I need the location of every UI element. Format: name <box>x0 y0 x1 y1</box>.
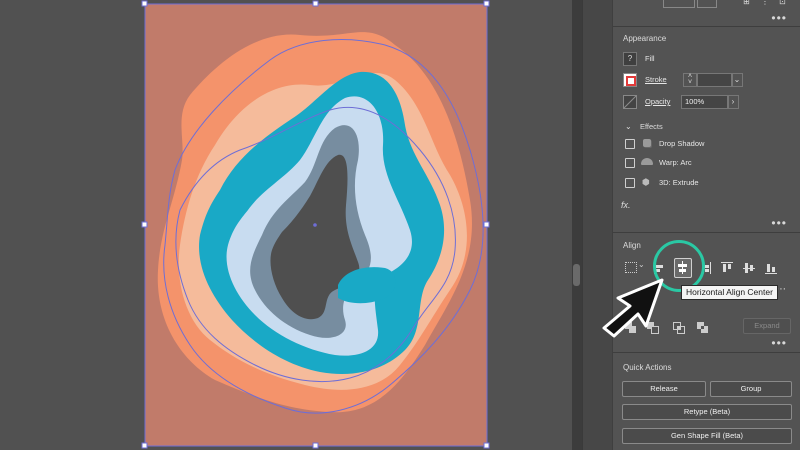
group-button[interactable]: Group <box>710 381 792 397</box>
effects-title: Effects <box>639 122 663 131</box>
more-options-icon[interactable]: ••• <box>771 12 787 24</box>
divider <box>613 352 800 353</box>
align-title: Align <box>623 241 641 250</box>
effect-row-warp-arc[interactable]: Warp: Arc <box>625 157 785 169</box>
opacity-label[interactable]: Opacity <box>645 97 670 106</box>
selection-handle[interactable] <box>141 0 148 7</box>
effect-checkbox[interactable] <box>625 178 635 188</box>
vertical-align-top-icon[interactable] <box>721 262 733 274</box>
properties-panel: ⊞ ⋮ ⊡ ••• Appearance ? Fill Stroke ˄ ˅ ⌄ … <box>612 0 800 450</box>
chevron-right-icon[interactable]: › <box>727 95 739 109</box>
pathfinder-intersect-icon[interactable] <box>673 322 685 334</box>
vertical-align-bottom-icon[interactable] <box>765 262 777 274</box>
effect-checkbox[interactable] <box>625 139 635 149</box>
effects-header[interactable]: ⌄ Effects <box>625 122 663 131</box>
divider <box>613 232 800 233</box>
question-icon[interactable]: ? <box>623 52 637 66</box>
scroll-thumb[interactable] <box>573 264 580 286</box>
selection-handle[interactable] <box>141 221 148 228</box>
center-point <box>313 223 317 227</box>
selection-handle[interactable] <box>483 442 490 449</box>
selection-handle[interactable] <box>141 442 148 449</box>
artboard[interactable] <box>0 0 572 450</box>
dimension-stepper[interactable] <box>663 0 695 8</box>
effect-label: 3D: Extrude <box>659 178 699 187</box>
fill-label: Fill <box>645 54 655 63</box>
more-options-icon[interactable]: ••• <box>771 217 787 229</box>
opacity-value: 100% <box>685 97 705 106</box>
selection-handle[interactable] <box>483 221 490 228</box>
drop-shadow-icon <box>643 139 651 147</box>
divider <box>613 26 800 27</box>
warp-arc-icon <box>641 158 653 165</box>
expand-button[interactable]: Expand <box>743 318 791 334</box>
chevron-down-icon[interactable]: ⌄ <box>625 122 632 131</box>
dimension-field[interactable] <box>697 0 717 8</box>
effect-label: Drop Shadow <box>659 139 705 148</box>
extrude-3d-icon: ⬢ <box>642 177 650 187</box>
gen-shape-fill-button[interactable]: Gen Shape Fill (Beta) <box>622 428 792 444</box>
stroke-swatch-icon[interactable] <box>623 73 637 87</box>
align-to-selection-icon[interactable]: ⌄ <box>625 260 645 273</box>
grid-icon[interactable]: ⋮ <box>761 0 769 6</box>
layer-icon[interactable]: ⊞ <box>743 0 750 6</box>
fill-row[interactable]: ? Fill <box>623 52 793 66</box>
opacity-icon <box>623 95 637 109</box>
effect-checkbox[interactable] <box>625 158 635 168</box>
effect-row-3d-extrude[interactable]: ⬢ 3D: Extrude <box>625 177 785 189</box>
quick-actions-title: Quick Actions <box>623 363 672 372</box>
more-options-icon[interactable]: ••• <box>771 337 787 349</box>
effect-label: Warp: Arc <box>659 158 692 167</box>
selection-handle[interactable] <box>312 442 319 449</box>
top-controls: ⊞ ⋮ ⊡ <box>623 0 793 12</box>
stroke-label[interactable]: Stroke <box>645 75 667 84</box>
stroke-row[interactable]: Stroke ˄ ˅ ⌄ <box>623 73 793 87</box>
opacity-row[interactable]: Opacity 100% › <box>623 95 793 109</box>
tooltip: Horizontal Align Center <box>681 285 778 300</box>
vertical-scrollbar[interactable] <box>572 0 582 450</box>
effect-row-drop-shadow[interactable]: Drop Shadow <box>625 138 785 150</box>
link-icon[interactable]: ⊡ <box>779 0 786 6</box>
opacity-input[interactable]: 100% <box>681 95 729 109</box>
appearance-title: Appearance <box>623 34 667 43</box>
stroke-weight-stepper[interactable]: ˄ ˅ <box>683 73 697 87</box>
canvas-area[interactable] <box>0 0 572 450</box>
retype-button[interactable]: Retype (Beta) <box>622 404 792 420</box>
chevron-down-icon[interactable]: ⌄ <box>731 73 743 87</box>
stroke-weight-field[interactable] <box>697 73 733 87</box>
vertical-align-center-icon[interactable] <box>743 262 755 274</box>
selection-handle[interactable] <box>483 0 490 7</box>
release-button[interactable]: Release <box>622 381 706 397</box>
selection-handle[interactable] <box>312 0 319 7</box>
cursor-arrow-icon <box>602 278 664 338</box>
pathfinder-exclude-icon[interactable] <box>697 322 709 334</box>
panel-gutter <box>582 0 613 450</box>
fx-icon[interactable]: fx. <box>621 200 631 210</box>
